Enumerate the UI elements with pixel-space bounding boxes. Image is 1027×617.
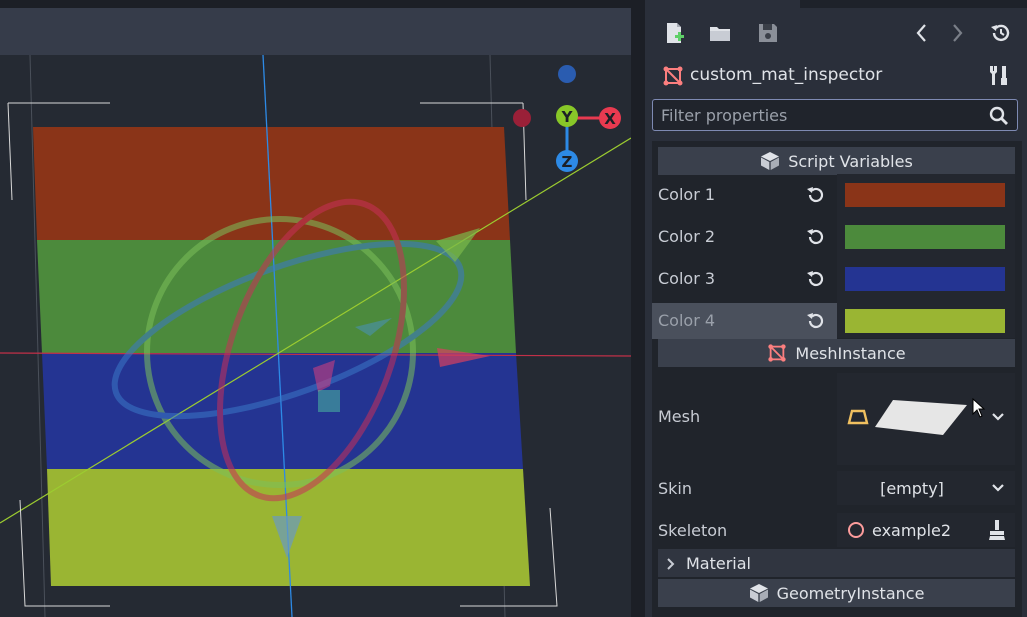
section-title: MeshInstance [795, 343, 906, 363]
revert-icon [807, 187, 824, 203]
tools-icon [990, 66, 1007, 85]
color3-revert-button[interactable] [802, 265, 830, 293]
y-axis-label: Y [561, 108, 574, 126]
inspector-tab-strip [645, 0, 1027, 8]
skeleton-value: example2 [872, 521, 952, 540]
chevron-down-icon [992, 484, 1004, 492]
mesh-instance-icon [768, 344, 787, 362]
viewport-toolbar [0, 8, 631, 55]
plane-handle-yz [318, 390, 340, 412]
clear-brush-icon[interactable] [987, 519, 1007, 541]
history-menu-button[interactable] [986, 18, 1016, 48]
back-arrow-icon [916, 24, 926, 42]
color3-picker[interactable] [837, 258, 1015, 300]
chevron-down-icon [992, 413, 1004, 421]
color2-revert-button[interactable] [802, 223, 830, 251]
plane-stripe-2 [37, 240, 516, 353]
revert-icon [807, 271, 824, 287]
mesh-preview-thumbnail [875, 400, 967, 435]
color3-swatch[interactable] [845, 267, 1005, 291]
save-button[interactable] [753, 18, 783, 48]
object-tools-button[interactable] [984, 60, 1014, 90]
revert-icon [807, 229, 824, 245]
x-neg-dot [513, 109, 531, 127]
section-title: Script Variables [788, 151, 913, 171]
open-folder-icon [710, 27, 730, 41]
mesh-resource-picker[interactable] [837, 373, 1015, 465]
color2-label: Color 2 [658, 227, 716, 246]
revert-icon [807, 313, 824, 329]
section-title: Material [686, 554, 751, 573]
color1-picker[interactable] [837, 174, 1015, 216]
color4-picker[interactable] [837, 300, 1015, 338]
3d-viewport[interactable]: X Y Z [0, 0, 631, 617]
node-circle-icon [848, 522, 864, 538]
z-neg-dot [558, 65, 576, 83]
color2-swatch[interactable] [845, 225, 1005, 249]
new-resource-button[interactable] [659, 18, 689, 48]
history-back-button[interactable] [907, 18, 937, 48]
filter-properties-input[interactable] [661, 104, 971, 126]
color4-label: Color 4 [658, 311, 716, 330]
object-name: custom_mat_inspector [690, 65, 883, 85]
color1-label: Color 1 [658, 185, 716, 204]
skin-value: [empty] [880, 479, 944, 498]
open-resource-button[interactable] [705, 18, 735, 48]
section-script-variables[interactable]: Script Variables [658, 147, 1015, 175]
script-cube-icon [761, 152, 780, 170]
search-icon [989, 106, 1008, 125]
panel-splitter[interactable] [631, 0, 645, 617]
mesh-label: Mesh [658, 407, 701, 426]
inspector-panel: custom_mat_inspector Script Variables Co… [645, 0, 1027, 617]
viewport-top-strip [0, 0, 631, 8]
property-list: Script Variables Color 1 Color 2 Color 3… [652, 141, 1022, 617]
color1-revert-button[interactable] [802, 181, 830, 209]
mouse-cursor-icon [972, 398, 986, 418]
plane-stripe-3 [42, 353, 523, 469]
filter-properties-box[interactable] [652, 99, 1018, 131]
section-title: GeometryInstance [776, 583, 925, 603]
section-geometry-instance[interactable]: GeometryInstance [658, 579, 1015, 607]
chevron-right-icon [667, 558, 675, 570]
color1-swatch[interactable] [845, 183, 1005, 207]
history-icon [991, 24, 1010, 42]
skeleton-label: Skeleton [658, 521, 728, 540]
plane-mesh-icon [847, 409, 869, 425]
geometry-cube-icon [749, 584, 768, 602]
save-icon [759, 24, 777, 42]
color4-revert-button[interactable] [802, 307, 830, 335]
object-row: custom_mat_inspector [645, 58, 1027, 94]
section-mesh-instance[interactable]: MeshInstance [658, 339, 1015, 367]
orientation-gizmo: X Y Z [513, 65, 621, 172]
section-material[interactable]: Material [658, 549, 1015, 577]
tab-inspector[interactable] [645, 0, 800, 8]
color2-picker[interactable] [837, 216, 1015, 258]
forward-arrow-icon [953, 24, 963, 42]
new-resource-icon [667, 23, 684, 43]
skin-label: Skin [658, 479, 693, 498]
z-axis-label: Z [562, 153, 573, 171]
color4-swatch[interactable] [845, 309, 1005, 333]
x-axis-label: X [604, 110, 616, 128]
viewport-canvas[interactable]: X Y Z [0, 55, 631, 617]
skin-resource-picker[interactable]: [empty] [837, 471, 1015, 505]
history-forward-button[interactable] [942, 18, 972, 48]
color3-label: Color 3 [658, 269, 716, 288]
skeleton-node-path[interactable]: example2 [837, 513, 1015, 547]
mesh-instance-icon [663, 66, 683, 86]
